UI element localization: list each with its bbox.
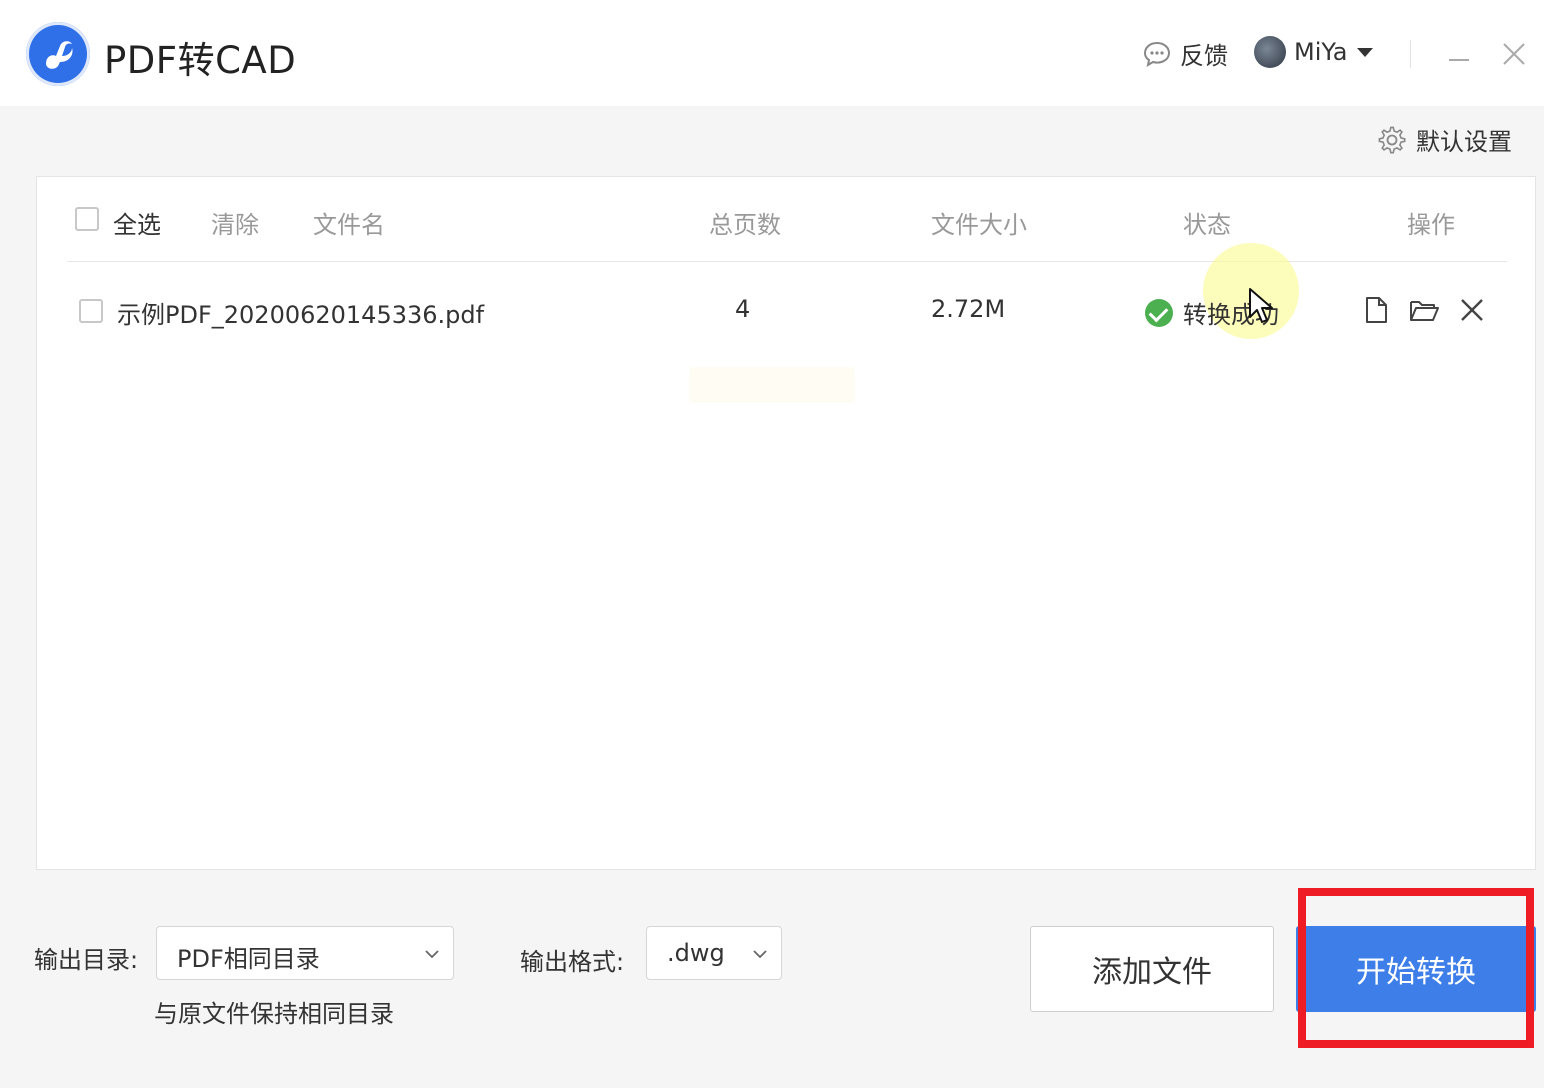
- app-title: PDF转CAD: [104, 39, 297, 82]
- close-icon[interactable]: [1500, 40, 1528, 68]
- file-list-panel: 全选 清除 文件名 总页数 文件大小 状态 操作 示例PDF_202006201…: [36, 176, 1536, 870]
- output-dir-label: 输出目录:: [34, 946, 139, 974]
- output-format-select[interactable]: .dwg: [646, 926, 782, 980]
- gear-icon: [1378, 126, 1406, 153]
- user-name: MiYa: [1294, 38, 1348, 66]
- success-check-icon: [1145, 298, 1173, 327]
- column-actions: 操作: [1407, 211, 1455, 239]
- output-dir-value: PDF相同目录: [177, 945, 320, 973]
- header-divider-line: [67, 261, 1507, 262]
- clear-button[interactable]: 清除: [211, 205, 259, 240]
- output-dir-select[interactable]: PDF相同目录: [156, 926, 454, 980]
- remove-icon[interactable]: [1457, 295, 1487, 325]
- add-file-button[interactable]: 添加文件: [1030, 926, 1274, 1012]
- default-settings-button[interactable]: 默认设置: [1376, 122, 1512, 157]
- app-window: PDF转CAD 反馈 MiYa 默认设置 全选 清除 文件名 总页数 文件大小 …: [0, 0, 1544, 1088]
- row-filename: 示例PDF_20200620145336.pdf: [117, 301, 485, 329]
- settings-label: 默认设置: [1416, 128, 1512, 156]
- feedback-label: 反馈: [1180, 42, 1228, 70]
- select-all-checkbox[interactable]: [75, 207, 99, 231]
- row-checkbox[interactable]: [79, 299, 103, 323]
- title-bar: PDF转CAD 反馈 MiYa: [0, 0, 1544, 106]
- avatar: [1254, 36, 1286, 68]
- minimize-icon[interactable]: [1446, 40, 1472, 66]
- user-menu[interactable]: MiYa: [1254, 36, 1374, 68]
- background-text-strip: [200, 1062, 1300, 1088]
- row-size: 2.72M: [931, 295, 1006, 323]
- column-status: 状态: [1183, 211, 1231, 239]
- folder-open-icon[interactable]: [1409, 295, 1439, 325]
- faded-tooltip: [689, 367, 855, 403]
- mouse-cursor-icon: [1249, 288, 1273, 323]
- column-filename: 文件名: [313, 211, 385, 239]
- chevron-down-icon: [425, 950, 439, 959]
- column-size: 文件大小: [931, 211, 1027, 239]
- row-pages: 4: [735, 295, 751, 323]
- chevron-down-icon: [753, 950, 767, 959]
- header-divider: [1410, 40, 1411, 68]
- chat-bubble-icon: [1143, 41, 1171, 67]
- start-convert-button[interactable]: 开始转换: [1296, 926, 1536, 1012]
- app-logo-icon: [26, 22, 90, 86]
- caret-down-icon: [1357, 47, 1374, 57]
- feedback-button[interactable]: 反馈: [1142, 36, 1228, 71]
- output-format-value: .dwg: [667, 939, 725, 967]
- select-all-label[interactable]: 全选: [113, 205, 161, 240]
- table-header: 全选 清除 文件名 总页数 文件大小 状态 操作: [37, 177, 1535, 263]
- output-dir-hint: 与原文件保持相同目录: [154, 1000, 394, 1028]
- file-icon[interactable]: [1361, 295, 1391, 325]
- output-format-label: 输出格式:: [520, 948, 625, 976]
- column-pages: 总页数: [709, 211, 781, 239]
